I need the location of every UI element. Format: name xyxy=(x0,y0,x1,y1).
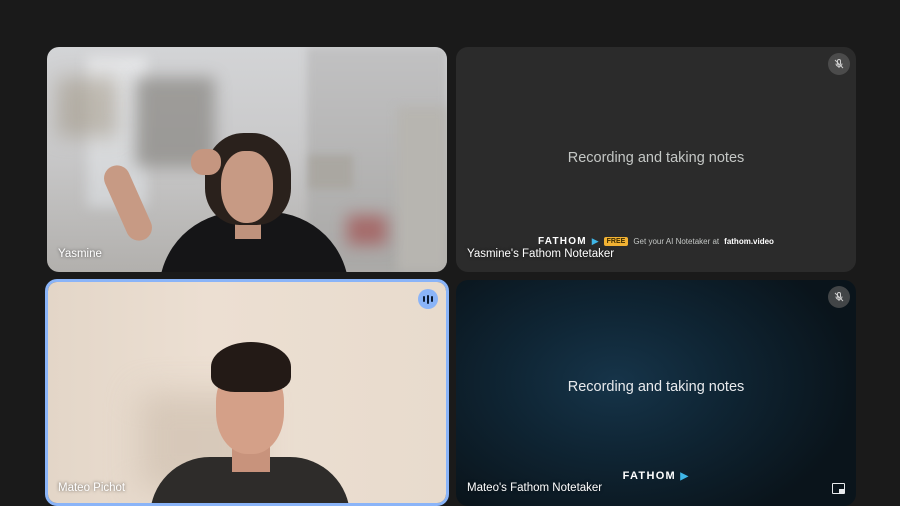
mic-off-icon xyxy=(828,53,850,75)
participant-name: Yasmine xyxy=(58,248,102,260)
mic-off-icon xyxy=(828,286,850,308)
participant-tile-yasmine-notetaker[interactable]: Recording and taking notes FATHOM ▶ FREE… xyxy=(456,47,856,272)
notetaker-status: Recording and taking notes xyxy=(567,150,745,166)
promo-site: fathom.video xyxy=(724,237,774,246)
fathom-promo: FATHOM ▶ FREE Get your AI Notetaker at f… xyxy=(456,236,856,247)
fathom-brand: FATHOM xyxy=(622,470,677,482)
participant-name: Mateo's Fathom Notetaker xyxy=(467,482,603,494)
free-badge: FREE xyxy=(603,237,629,246)
picture-in-picture-icon[interactable] xyxy=(832,483,845,494)
participant-tile-mateo[interactable]: Mateo Pichot xyxy=(45,279,449,506)
fathom-brand: FATHOM xyxy=(538,236,587,247)
meeting-grid: Yasmine Recording and taking notes FATHO… xyxy=(0,0,900,506)
fathom-arrow-icon: ▶ xyxy=(680,471,690,482)
participant-tile-yasmine[interactable]: Yasmine xyxy=(47,47,447,272)
fathom-arrow-icon: ▶ xyxy=(591,236,599,246)
notetaker-status: Recording and taking notes xyxy=(567,379,745,395)
participant-video xyxy=(48,282,446,503)
participant-video xyxy=(47,47,447,272)
participant-name: Yasmine's Fathom Notetaker xyxy=(467,248,615,260)
audio-level-icon xyxy=(418,289,438,309)
fathom-logo: FATHOM ▶ xyxy=(456,470,856,482)
participant-tile-mateo-notetaker[interactable]: Recording and taking notes FATHOM ▶ Mate… xyxy=(456,280,856,506)
participant-name: Mateo Pichot xyxy=(58,482,126,494)
promo-text: Get your AI Notetaker at xyxy=(633,237,720,246)
